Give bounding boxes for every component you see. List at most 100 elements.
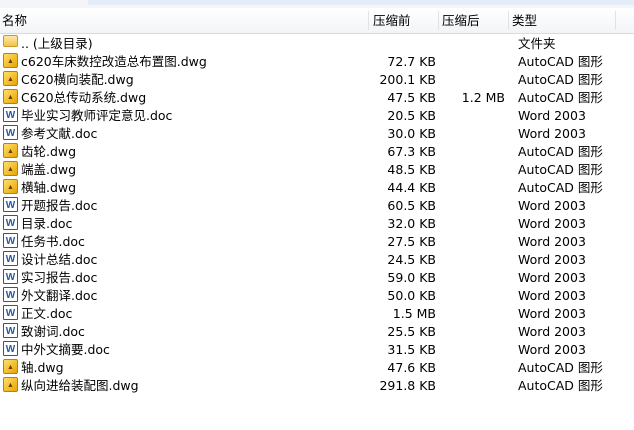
file-name: 轴.dwg	[21, 360, 64, 375]
word-document-icon: W	[3, 125, 18, 140]
column-divider[interactable]	[438, 11, 439, 30]
file-row[interactable]: W 参考文献.doc 30.0 KB Word 2003	[0, 125, 634, 143]
parent-folder-row[interactable]: .. (上级目录) 文件夹	[0, 35, 634, 53]
file-row[interactable]: ▲ 齿轮.dwg 67.3 KB AutoCAD 图形	[0, 143, 634, 161]
file-row[interactable]: W 正文.doc 1.5 MB Word 2003	[0, 305, 634, 323]
file-type: AutoCAD 图形	[518, 180, 603, 195]
file-name: 齿轮.dwg	[21, 144, 77, 159]
file-type: Word 2003	[518, 288, 586, 303]
file-row[interactable]: W 实习报告.doc 59.0 KB Word 2003	[0, 269, 634, 287]
file-compressed-size: 291.8 KB	[379, 378, 436, 393]
autocad-file-icon: ▲	[3, 179, 18, 194]
file-row[interactable]: ▲ C620横向装配.dwg 200.1 KB AutoCAD 图形	[0, 71, 634, 89]
file-compressed-size: 47.5 KB	[387, 90, 436, 105]
file-compressed-size: 1.5 MB	[392, 306, 436, 321]
file-name: 任务书.doc	[21, 234, 85, 249]
word-document-icon: W	[3, 251, 18, 266]
file-name: C620总传动系统.dwg	[21, 90, 147, 105]
file-compressed-size: 47.6 KB	[387, 360, 436, 375]
file-compressed-size: 27.5 KB	[387, 234, 436, 249]
file-compressed-size: 50.0 KB	[387, 288, 436, 303]
file-type: Word 2003	[518, 234, 586, 249]
column-divider[interactable]	[615, 11, 616, 30]
file-name: 横轴.dwg	[21, 180, 77, 195]
file-name: 目录.doc	[21, 216, 73, 231]
file-type: AutoCAD 图形	[518, 360, 603, 375]
parent-folder-label: .. (上级目录)	[21, 36, 93, 51]
file-compressed-size: 30.0 KB	[387, 126, 436, 141]
selection-strip	[88, 0, 634, 5]
word-document-icon: W	[3, 269, 18, 284]
file-compressed-size: 31.5 KB	[387, 342, 436, 357]
autocad-file-icon: ▲	[3, 359, 18, 374]
file-name: 端盖.dwg	[21, 162, 77, 177]
file-type: Word 2003	[518, 306, 586, 321]
file-row[interactable]: ▲ 横轴.dwg 44.4 KB AutoCAD 图形	[0, 179, 634, 197]
file-row[interactable]: ▲ 端盖.dwg 48.5 KB AutoCAD 图形	[0, 161, 634, 179]
file-name: 实习报告.doc	[21, 270, 98, 285]
file-type: Word 2003	[518, 252, 586, 267]
column-header: 名称 压缩前 压缩后 类型	[0, 8, 634, 34]
word-document-icon: W	[3, 323, 18, 338]
file-row[interactable]: ▲ 轴.dwg 47.6 KB AutoCAD 图形	[0, 359, 634, 377]
column-divider[interactable]	[508, 11, 509, 30]
file-row[interactable]: W 毕业实习教师评定意见.doc 20.5 KB Word 2003	[0, 107, 634, 125]
file-row[interactable]: W 设计总结.doc 24.5 KB Word 2003	[0, 251, 634, 269]
column-original[interactable]: 压缩后	[442, 8, 480, 33]
file-row[interactable]: W 目录.doc 32.0 KB Word 2003	[0, 215, 634, 233]
file-name: 中外文摘要.doc	[21, 342, 110, 357]
file-name: 毕业实习教师评定意见.doc	[21, 108, 173, 123]
file-name: 开题报告.doc	[21, 198, 98, 213]
file-name: 外文翻译.doc	[21, 288, 98, 303]
file-row[interactable]: W 致谢词.doc 25.5 KB Word 2003	[0, 323, 634, 341]
file-type: AutoCAD 图形	[518, 72, 603, 87]
autocad-file-icon: ▲	[3, 377, 18, 392]
autocad-file-icon: ▲	[3, 71, 18, 86]
file-type: Word 2003	[518, 198, 586, 213]
file-compressed-size: 44.4 KB	[387, 180, 436, 195]
autocad-file-icon: ▲	[3, 53, 18, 68]
column-compressed[interactable]: 压缩前	[373, 8, 411, 33]
file-name: 设计总结.doc	[21, 252, 98, 267]
file-compressed-size: 24.5 KB	[387, 252, 436, 267]
word-document-icon: W	[3, 287, 18, 302]
file-row[interactable]: W 开题报告.doc 60.5 KB Word 2003	[0, 197, 634, 215]
autocad-file-icon: ▲	[3, 143, 18, 158]
column-name[interactable]: 名称	[2, 8, 27, 33]
file-type: Word 2003	[518, 216, 586, 231]
file-compressed-size: 72.7 KB	[387, 54, 436, 69]
file-row[interactable]: W 任务书.doc 27.5 KB Word 2003	[0, 233, 634, 251]
file-row[interactable]: W 外文翻译.doc 50.0 KB Word 2003	[0, 287, 634, 305]
word-document-icon: W	[3, 215, 18, 230]
file-list: .. (上级目录) 文件夹 ▲ c620车床数控改造总布置图.dwg 72.7 KB…	[0, 35, 634, 395]
file-compressed-size: 60.5 KB	[387, 198, 436, 213]
file-name: 正文.doc	[21, 306, 73, 321]
file-type: AutoCAD 图形	[518, 54, 603, 69]
autocad-file-icon: ▲	[3, 161, 18, 176]
file-type: AutoCAD 图形	[518, 162, 603, 177]
toolbar-strip	[0, 0, 634, 8]
file-name: C620横向装配.dwg	[21, 72, 134, 87]
folder-icon	[3, 35, 18, 47]
file-name: 参考文献.doc	[21, 126, 98, 141]
autocad-file-icon: ▲	[3, 89, 18, 104]
file-compressed-size: 200.1 KB	[379, 72, 436, 87]
column-type[interactable]: 类型	[512, 8, 537, 33]
file-row[interactable]: ▲ c620车床数控改造总布置图.dwg 72.7 KB AutoCAD 图形	[0, 53, 634, 71]
file-original-size: 1.2 MB	[461, 90, 505, 105]
column-divider[interactable]	[368, 11, 369, 30]
parent-folder-type: 文件夹	[518, 36, 556, 51]
word-document-icon: W	[3, 305, 18, 320]
file-type: Word 2003	[518, 108, 586, 123]
file-compressed-size: 59.0 KB	[387, 270, 436, 285]
file-type: AutoCAD 图形	[518, 144, 603, 159]
file-row[interactable]: W 中外文摘要.doc 31.5 KB Word 2003	[0, 341, 634, 359]
file-type: Word 2003	[518, 270, 586, 285]
word-document-icon: W	[3, 233, 18, 248]
file-type: AutoCAD 图形	[518, 378, 603, 393]
file-name: c620车床数控改造总布置图.dwg	[21, 54, 207, 69]
file-row[interactable]: ▲ C620总传动系统.dwg 47.5 KB 1.2 MB AutoCAD 图形	[0, 89, 634, 107]
file-type: AutoCAD 图形	[518, 90, 603, 105]
file-row[interactable]: ▲ 纵向进给装配图.dwg 291.8 KB AutoCAD 图形	[0, 377, 634, 395]
file-name: 纵向进给装配图.dwg	[21, 378, 139, 393]
